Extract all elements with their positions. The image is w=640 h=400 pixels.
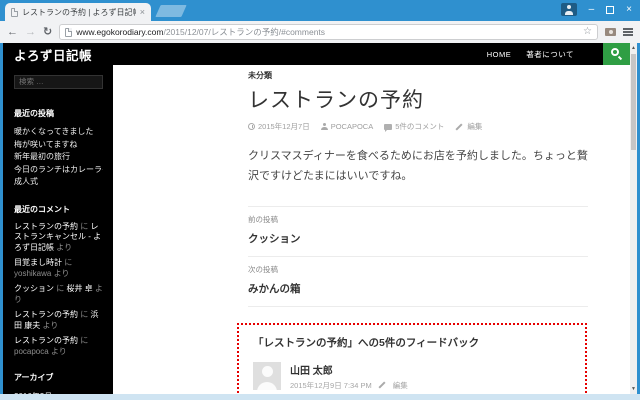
post-title: レストランの予約 [248, 89, 424, 112]
comment-author: yoshikawa [14, 268, 52, 278]
next-post: 次の投稿 みかんの箱 [248, 255, 588, 306]
nav-home-link[interactable]: HOME [487, 50, 512, 59]
site-nav: HOME 著者について [487, 43, 630, 65]
prev-post-label: 前の投稿 [248, 214, 278, 224]
search-icon [611, 48, 619, 56]
scroll-down-icon[interactable]: ▼ [630, 384, 637, 394]
post-navigation: 前の投稿 クッション 次の投稿 みかんの箱 [248, 205, 588, 307]
webpage: よろず日記帳 HOME 著者について 最近の投稿 暖かくなってきました 梅が咲い… [3, 43, 637, 394]
comment-post-link[interactable]: レストランの予約 [14, 336, 78, 345]
browser-tab[interactable]: レストランの予約 | よろず日記帳 × [5, 3, 151, 21]
site-title[interactable]: よろず日記帳 [3, 45, 92, 64]
comment-author: pocapoca [14, 346, 49, 356]
back-button[interactable]: ← [7, 26, 18, 38]
next-post-label: 次の投稿 [248, 264, 278, 274]
url-text[interactable]: www.egokorodiary.com/2015/12/07/レストランの予約… [76, 26, 579, 38]
sidebar-post-link[interactable]: 新年最初の旅行 [14, 151, 103, 164]
post-date[interactable]: 2015年12月7日 [258, 121, 310, 132]
browser-titlebar: レストランの予約 | よろず日記帳 × – × [0, 0, 640, 21]
post-body: クリスマスディナーを食べるためにお店を予約しました。ちょっと贅沢ですけどたまには… [248, 150, 588, 182]
site-search-button[interactable] [603, 43, 630, 65]
next-post-link[interactable]: みかんの箱 [248, 281, 301, 296]
comment-post-link[interactable]: レストランの予約 [14, 222, 78, 231]
nav-about-link[interactable]: 著者について [526, 49, 574, 60]
sidebar-comment-item: クッション に 桜井 卓 より [14, 284, 103, 304]
tab-close-icon[interactable]: × [140, 7, 145, 17]
extension-camera-icon[interactable] [605, 28, 616, 36]
commenter-avatar [253, 361, 281, 390]
post-category[interactable]: 未分類 [248, 70, 588, 81]
url-page-icon [65, 27, 73, 37]
scrollbar-thumb[interactable] [631, 54, 636, 150]
reload-button[interactable]: ↻ [43, 26, 52, 38]
url-path: /2015/12/07/レストランの予約/#comments [163, 27, 326, 37]
new-tab-button[interactable] [155, 5, 187, 17]
sidebar-comment-item: レストランの予約 に 浜田 康夫 より [14, 310, 99, 330]
sidebar-post-link[interactable]: 今日のランチはカレーライス [14, 164, 103, 177]
clock-icon [248, 123, 255, 130]
post-meta: 2015年12月7日 POCAPOCA 5件のコメント 編集 [248, 121, 588, 132]
prev-post: 前の投稿 クッション [248, 205, 588, 256]
page-scrollbar[interactable]: ▲ ▼ [630, 43, 637, 394]
comment-post-link[interactable]: クッション [14, 284, 54, 293]
chrome-menu-icon[interactable] [623, 28, 633, 36]
sidebar-comment-item: 目覚まし時計 に yoshikawa より [14, 258, 73, 278]
post-author[interactable]: POCAPOCA [331, 122, 374, 131]
scroll-up-icon[interactable]: ▲ [630, 43, 637, 53]
comment-date[interactable]: 2015年12月9日 7:34 PM [290, 380, 372, 391]
comment-edit-link[interactable]: 編集 [393, 380, 408, 391]
recent-comments-list: レストランの予約 に レストランキャンセル - よろず日記帳 より 目覚まし時計… [14, 222, 103, 358]
user-icon [320, 123, 328, 130]
recent-posts-heading: 最近の投稿 [14, 109, 54, 118]
sidebar-comment-item: レストランの予約 に レストランキャンセル - よろず日記帳 より [14, 221, 102, 252]
bookmark-star-icon[interactable]: ☆ [583, 27, 592, 37]
minimize-button[interactable]: – [589, 3, 595, 16]
sidebar-comment-item: レストランの予約 に pocapoca より [14, 336, 89, 356]
comments-section: 「レストランの予約」への5件のフィードバック 山田 太郎 2015年12月9日 … [237, 322, 587, 394]
pencil-icon [455, 123, 464, 131]
comment-post-link[interactable]: 目覚まし時計 [14, 258, 62, 267]
comment-author-link[interactable]: 桜井 卓 [66, 284, 92, 293]
site-header: よろず日記帳 HOME 著者について [3, 43, 630, 65]
comment-post-link[interactable]: レストランの予約 [14, 310, 78, 319]
comment-icon [384, 123, 393, 132]
sidebar-post-link[interactable]: 成人式 [14, 176, 103, 189]
tab-title: レストランの予約 | よろず日記帳 [22, 7, 136, 17]
close-window-button[interactable]: × [626, 3, 632, 16]
recent-comments-heading: 最近のコメント [14, 204, 70, 214]
sidebar-search-input[interactable] [14, 74, 103, 89]
commenter-name: 山田 太郎 [290, 365, 333, 377]
prev-post-link[interactable]: クッション [248, 231, 301, 246]
favicon-page-icon [11, 7, 18, 17]
url-domain: www.egokorodiary.com [76, 27, 164, 37]
sidebar-post-link[interactable]: 梅が咲いてますね [14, 139, 103, 152]
profile-avatar-icon[interactable] [560, 3, 577, 16]
main-content: 未分類 レストランの予約 2015年12月7日 POCAPOCA 5件のコメント… [113, 65, 630, 394]
forward-button: → [25, 25, 36, 38]
post-comments-count[interactable]: 5件のコメント [395, 121, 444, 132]
pencil-icon [378, 381, 387, 389]
sidebar-post-link[interactable]: 暖かくなってきました [14, 126, 103, 139]
window-bottom-edge [0, 394, 640, 400]
address-bar[interactable]: www.egokorodiary.com/2015/12/07/レストランの予約… [59, 24, 598, 40]
post-edit-link[interactable]: 編集 [467, 121, 482, 132]
comments-heading: 「レストランの予約」への5件のフィードバック [253, 336, 480, 349]
comment-item: 山田 太郎 2015年12月9日 7:34 PM 編集 レストランの夕食いいです… [253, 361, 571, 394]
browser-toolbar: ← → ↻ www.egokorodiary.com/2015/12/07/レス… [0, 21, 640, 43]
recent-posts-list: 暖かくなってきました 梅が咲いてますね 新年最初の旅行 今日のランチはカレーライ… [14, 126, 103, 189]
sidebar: 最近の投稿 暖かくなってきました 梅が咲いてますね 新年最初の旅行 今日のランチ… [3, 65, 113, 394]
maximize-button[interactable] [606, 5, 615, 14]
archives-heading: アーカイブ [14, 373, 54, 382]
